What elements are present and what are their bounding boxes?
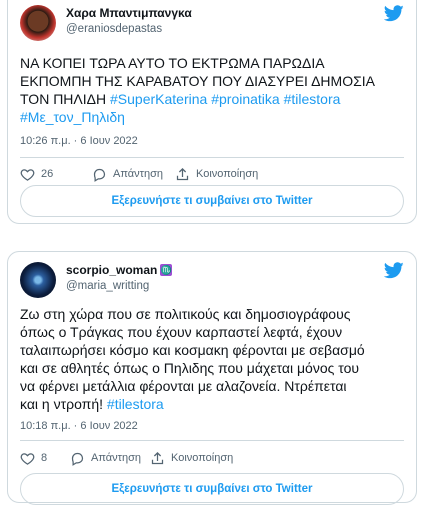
- tweet-header: Χαρα Μπαντιμπανγκα @eraniosdepastas: [20, 5, 404, 45]
- like-count: 26: [41, 168, 54, 180]
- share-label: Κοινοποίηση: [171, 452, 234, 464]
- hashtag-link[interactable]: #tilestora: [284, 91, 341, 107]
- divider: [20, 157, 404, 158]
- tweet-text-segment: και η ντροπή!: [20, 396, 107, 412]
- share-label: Κοινοποίηση: [196, 168, 259, 180]
- tweet-text-line: ΤΟΝ ΠΗΛΙΔΗ #SuperKaterina #proinatika #t…: [20, 90, 404, 108]
- twitter-bird-icon[interactable]: [384, 262, 404, 279]
- tweet-card: Χαρα Μπαντιμπανγκα @eraniosdepastas ΝΑ Κ…: [7, 0, 417, 224]
- tweet-text-line: #Με_τον_Πηλιδη: [20, 108, 404, 126]
- author-handle[interactable]: @eraniosdepastas: [66, 23, 162, 35]
- hashtag-link[interactable]: #SuperKaterina: [110, 91, 207, 107]
- share-icon: [151, 451, 164, 464]
- tweet-timestamp[interactable]: 10:26 π.μ. · 6 Ιουν 2022: [20, 135, 138, 147]
- avatar[interactable]: [20, 5, 56, 41]
- heart-icon: [20, 452, 35, 465]
- share-button[interactable]: Κοινοποίηση: [150, 448, 233, 468]
- reply-icon: [71, 452, 84, 466]
- explore-twitter-button[interactable]: Εξερευνήστε τι συμβαίνει στο Twitter: [20, 185, 404, 217]
- tweet-card: scorpio_woman ♏ @maria_writting Ζω στη χώ…: [7, 251, 417, 505]
- like-button[interactable]: 8: [20, 448, 47, 468]
- author-name[interactable]: scorpio_woman ♏: [66, 263, 173, 277]
- avatar[interactable]: [20, 262, 56, 298]
- tweet-text-line: όπως ο Τράγκας που έχουν καρπαστεί λεφτά…: [20, 324, 343, 340]
- tweet-text-line: ΕΚΠΟΜΠΗ ΤΗΣ ΚΑΡΑΒΑΤΟΥ ΠΟΥ ΔΙΑΣΥΡΕΙ ΔΗΜΟΣ…: [20, 73, 375, 89]
- like-button[interactable]: 26: [20, 164, 53, 184]
- reply-icon: [93, 168, 106, 182]
- tweet-text-segment: ΤΟΝ ΠΗΛΙΔΗ: [20, 91, 111, 107]
- tweet-actions: 8 Απάντηση Κοινοποίηση: [20, 448, 404, 468]
- hashtag-link[interactable]: #Με_τον_Πηλιδη: [20, 109, 125, 125]
- reply-label: Απάντηση: [91, 452, 141, 464]
- heart-icon: [20, 168, 35, 181]
- tweet-text: Ζω στη χώρα που σε πολιτικούς και δημοσι…: [20, 305, 404, 413]
- hashtag-link[interactable]: #tilestora: [107, 396, 164, 412]
- tweet-text-line: ΝΑ ΚΟΠΕΙ ΤΩΡΑ ΑΥΤΟ ΤΟ ΕΚΤΡΩΜΑ ΠΑΡΩΔΙΑ: [20, 55, 325, 71]
- reply-button[interactable]: Απάντηση: [70, 448, 141, 468]
- author-handle[interactable]: @maria_writting: [66, 280, 149, 292]
- tweet-text-line: και η ντροπή! #tilestora: [20, 395, 404, 413]
- tweet-timestamp[interactable]: 10:18 π.μ. · 6 Ιουν 2022: [20, 420, 138, 432]
- tweet-text-line: Ζω στη χώρα που σε πολιτικούς και δημοσι…: [20, 306, 351, 322]
- explore-twitter-button[interactable]: Εξερευνήστε τι συμβαίνει στο Twitter: [20, 473, 404, 505]
- author-name[interactable]: Χαρα Μπαντιμπανγκα: [66, 6, 192, 20]
- tweet-text: ΝΑ ΚΟΠΕΙ ΤΩΡΑ ΑΥΤΟ ΤΟ ΕΚΤΡΩΜΑ ΠΑΡΩΔΙΑ ΕΚ…: [20, 54, 404, 126]
- tweet-text-line: και σε αθλητές όπως ο Πηλιδης που μάχετα…: [20, 360, 360, 376]
- tweet-text-line: ταλαιπωρήσει κόσμο και κοσμακη φέρονται …: [20, 342, 365, 358]
- reply-label: Απάντηση: [113, 168, 163, 180]
- like-count: 8: [41, 452, 48, 464]
- divider: [20, 440, 404, 441]
- twitter-bird-icon[interactable]: [384, 5, 404, 22]
- share-button[interactable]: Κοινοποίηση: [175, 164, 258, 184]
- share-icon: [176, 167, 189, 180]
- hashtag-link[interactable]: #proinatika: [211, 91, 280, 107]
- reply-button[interactable]: Απάντηση: [92, 164, 163, 184]
- author-name-text: scorpio_woman: [66, 263, 158, 277]
- tweet-actions: 26 Απάντηση Κοινοποίηση: [20, 164, 404, 184]
- tweet-text-line: να φέρνει μετάλλια φέρονται με αλαζονεία…: [20, 378, 347, 394]
- scorpio-badge-icon: ♏: [160, 264, 173, 276]
- tweet-header: scorpio_woman ♏ @maria_writting: [20, 262, 404, 302]
